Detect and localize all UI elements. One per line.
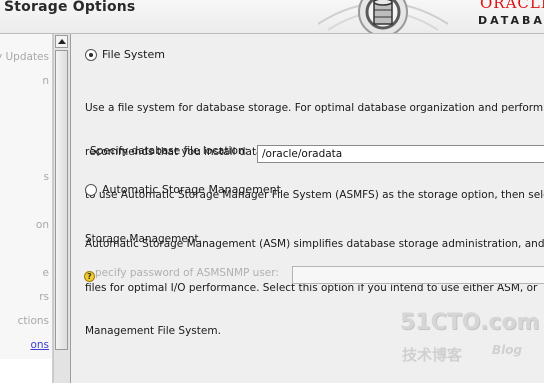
asm-option[interactable]: Automatic Storage Management: [85, 183, 281, 196]
wizard-steps-sidebar: y Updates n s on e rs ctions ons: [0, 34, 53, 383]
asmsnmp-password-label: pecify password of ASMSNMP user:: [95, 267, 279, 279]
nav-item-storage-options[interactable]: ons: [30, 339, 49, 351]
watermark-cn: 技术博客: [402, 346, 463, 364]
description-line: Use a file system for database storage. …: [85, 102, 544, 114]
watermark: 51CTO.com 技术博客 Blog: [400, 310, 540, 370]
asm-radio[interactable]: [85, 183, 97, 196]
file-system-label[interactable]: File System: [102, 48, 165, 61]
nav-item-step-2[interactable]: n: [42, 75, 49, 87]
page-title: Storage Options: [4, 0, 136, 15]
file-system-option[interactable]: File System: [85, 48, 165, 61]
scroll-thumb[interactable]: [55, 50, 68, 350]
database-cylinder-graphic: [318, 0, 448, 33]
nav-item-updates[interactable]: y Updates: [0, 51, 49, 63]
nav-item-step-4[interactable]: on: [36, 219, 49, 231]
nav-item-step-6[interactable]: rs: [39, 291, 49, 303]
description-line: Automatic Storage Management (ASM) simpl…: [85, 238, 544, 250]
nav-bottom-panel: [0, 359, 52, 383]
database-file-location-input[interactable]: [257, 145, 544, 163]
nav-item-step-7[interactable]: ctions: [18, 315, 49, 327]
watermark-site: 51CTO.com: [400, 310, 540, 335]
database-file-location-label: Specify database file location:: [90, 145, 249, 157]
database-wordmark: DATABA: [478, 14, 544, 27]
nav-item-step-5[interactable]: e: [43, 267, 49, 279]
info-hint-icon: ?: [84, 271, 95, 282]
nav-scrollbar[interactable]: [53, 34, 71, 383]
header: Storage Options ORACLE DATABA: [0, 0, 544, 34]
nav-item-step-3[interactable]: s: [44, 171, 49, 183]
asmsnmp-password-input[interactable]: [292, 266, 544, 284]
asm-label[interactable]: Automatic Storage Management: [102, 183, 281, 196]
oracle-logo: ORACLE: [480, 0, 544, 12]
file-system-radio[interactable]: [85, 48, 97, 61]
scroll-up-button[interactable]: [55, 35, 68, 48]
watermark-blog: Blog: [492, 343, 523, 357]
